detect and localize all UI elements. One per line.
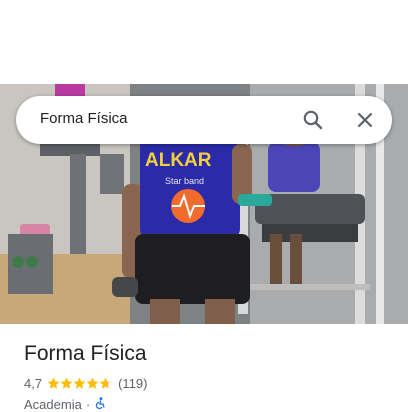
star-icon bbox=[60, 377, 73, 389]
search-icon[interactable] bbox=[301, 108, 325, 132]
review-count[interactable]: (119) bbox=[118, 376, 147, 391]
place-details-panel: Forma Física 4,7 (119) Academia · bbox=[0, 324, 408, 412]
star-icon bbox=[73, 377, 86, 389]
rating-value: 4,7 bbox=[24, 376, 43, 391]
place-name[interactable]: Forma Física bbox=[24, 342, 147, 366]
shirt-subtext: Star band bbox=[165, 176, 204, 186]
star-icon bbox=[99, 377, 112, 389]
category-row: Academia · bbox=[24, 397, 106, 412]
rating-stars bbox=[47, 377, 112, 390]
rating-row[interactable]: 4,7 (119) bbox=[24, 376, 147, 391]
search-input[interactable]: Forma Física bbox=[40, 110, 128, 127]
close-icon[interactable] bbox=[353, 108, 377, 132]
place-category: Academia bbox=[24, 397, 82, 412]
wheelchair-icon bbox=[94, 397, 106, 412]
star-icon bbox=[86, 377, 99, 389]
shirt-text: ALKAR bbox=[145, 150, 212, 171]
search-bar[interactable]: Forma Física bbox=[16, 96, 392, 144]
star-icon bbox=[47, 377, 60, 389]
category-separator: · bbox=[85, 397, 91, 412]
map-top-area bbox=[0, 0, 408, 84]
